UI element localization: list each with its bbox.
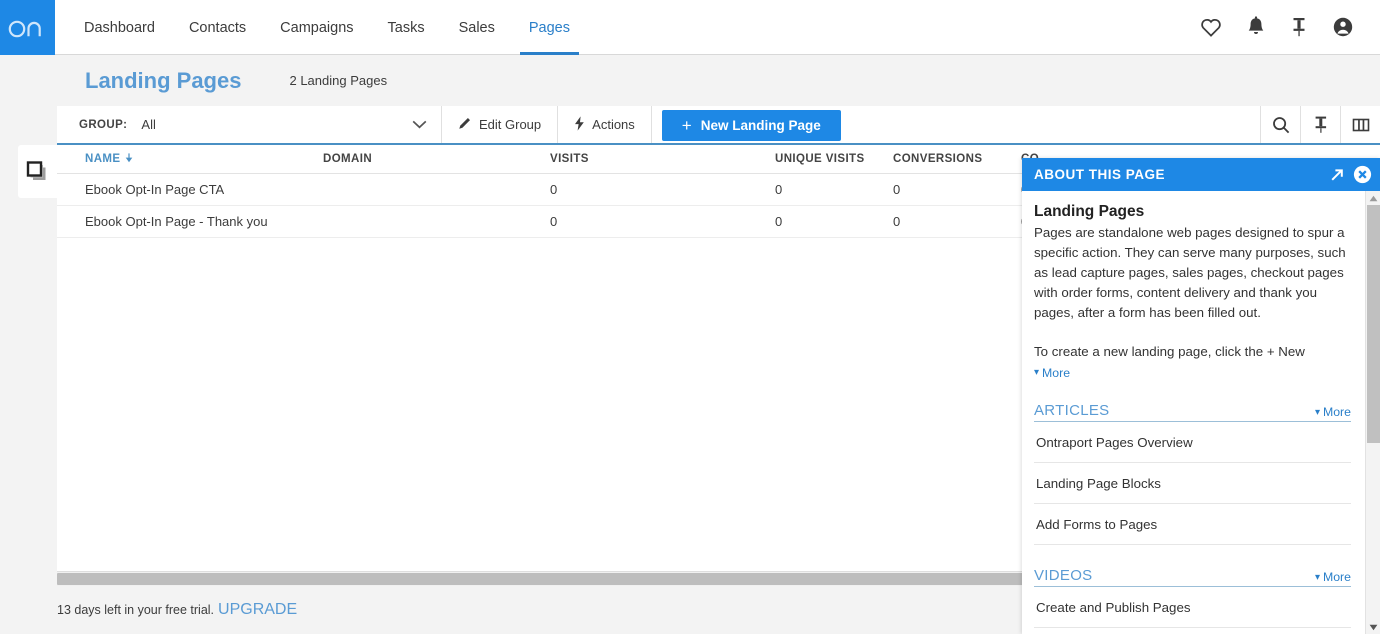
nav-item-dashboard[interactable]: Dashboard	[67, 0, 172, 55]
column-label: NAME	[85, 153, 121, 165]
pencil-icon	[458, 116, 472, 133]
nav-icon-group	[1200, 0, 1380, 54]
lightning-icon	[574, 115, 585, 134]
edit-group-button[interactable]: Edit Group	[442, 106, 559, 143]
nav-label: Contacts	[188, 19, 247, 36]
nav-item-tasks[interactable]: Tasks	[371, 0, 442, 55]
nav-item-contacts[interactable]: Contacts	[172, 0, 263, 55]
list-toolbar: GROUP: All Edit Group Actions + New Land…	[57, 106, 1380, 145]
edit-group-label: Edit Group	[479, 117, 542, 132]
group-filter-dropdown[interactable]: GROUP: All	[57, 106, 442, 143]
chevron-down-small-icon: ▾	[1314, 571, 1320, 583]
more-label: More	[1322, 405, 1351, 419]
nav-item-pages[interactable]: Pages	[512, 0, 587, 55]
article-list-item[interactable]: Add Forms to Pages	[1034, 504, 1351, 545]
new-landing-page-button[interactable]: + New Landing Page	[661, 110, 841, 141]
panel-vertical-scrollbar[interactable]	[1365, 191, 1380, 634]
section-title: VIDEOS	[1034, 567, 1093, 584]
page-record-count: 2 Landing Pages	[289, 73, 388, 88]
ontraport-logo-icon	[8, 20, 41, 37]
layers-icon	[26, 160, 45, 180]
actions-button[interactable]: Actions	[558, 106, 652, 143]
column-header-unique-visits[interactable]: UNIQUE VISITS	[775, 153, 893, 165]
columns-icon[interactable]	[1340, 106, 1380, 143]
primary-nav-items: Dashboard Contacts Campaigns Tasks Sales…	[67, 0, 587, 55]
article-list-item[interactable]: Ontraport Pages Overview	[1034, 422, 1351, 463]
panel-heading: Landing Pages	[1034, 203, 1145, 220]
upgrade-link[interactable]: UPGRADE	[218, 601, 297, 619]
nav-label: Tasks	[387, 19, 425, 36]
nav-item-campaigns[interactable]: Campaigns	[263, 0, 370, 55]
panel-title: ABOUT THIS PAGE	[1034, 167, 1166, 182]
page-header-bar: Landing Pages 2 Landing Pages	[0, 55, 1380, 106]
panel-more-link[interactable]: ▾ More	[1034, 366, 1070, 380]
nav-item-sales[interactable]: Sales	[442, 0, 512, 55]
top-navigation-bar: Dashboard Contacts Campaigns Tasks Sales…	[0, 0, 1380, 55]
heart-icon[interactable]	[1200, 17, 1222, 37]
page-title: Landing Pages	[85, 67, 242, 93]
account-icon[interactable]	[1332, 16, 1354, 38]
video-list-item[interactable]: Create and Publish Pages	[1034, 587, 1351, 628]
panel-header: ABOUT THIS PAGE	[1022, 158, 1380, 191]
panel-description: Pages are standalone web pages designed …	[1034, 225, 1346, 320]
pages-collection-tab[interactable]	[18, 145, 57, 198]
cell-unique-visits: 0	[775, 214, 783, 229]
nav-label: Pages	[528, 19, 570, 36]
nav-label: Dashboard	[84, 19, 155, 36]
cell-conversions: 0	[893, 214, 901, 229]
videos-more-link[interactable]: ▾ More	[1315, 570, 1351, 584]
sort-descending-icon	[125, 152, 133, 166]
cell-name[interactable]: Ebook Opt-In Page CTA	[85, 182, 323, 197]
pin-icon[interactable]	[1300, 106, 1340, 143]
panel-description-secondary: To create a new landing page, click the …	[1034, 344, 1305, 359]
section-header-videos: VIDEOS ▾ More	[1034, 567, 1351, 587]
panel-content: Landing Pages Pages are standalone web p…	[1022, 191, 1365, 634]
articles-more-link[interactable]: ▾ More	[1315, 405, 1351, 419]
more-label: More	[1322, 570, 1351, 584]
close-icon[interactable]	[1353, 165, 1372, 184]
column-header-conversions[interactable]: CONVERSIONS	[893, 153, 1021, 165]
column-header-name[interactable]: NAME	[85, 152, 323, 166]
cell-visits: 0	[550, 214, 558, 229]
chevron-down-small-icon: ▾	[1314, 406, 1320, 418]
trial-days-text: 13 days left in your free trial.	[57, 603, 215, 617]
cell-unique-visits: 0	[775, 182, 783, 197]
toolbar-right-icons	[1260, 106, 1380, 143]
expand-arrow-icon[interactable]	[1329, 167, 1345, 183]
column-header-visits[interactable]: VISITS	[550, 153, 775, 165]
plus-icon: +	[681, 116, 692, 135]
app-logo[interactable]	[0, 0, 55, 55]
section-header-articles: ARTICLES ▾ More	[1034, 402, 1351, 422]
left-rail	[0, 106, 57, 634]
pin-icon[interactable]	[1290, 16, 1308, 38]
scroll-up-arrow-icon[interactable]	[1366, 191, 1380, 205]
search-icon[interactable]	[1260, 106, 1300, 143]
group-filter-label: GROUP:	[79, 118, 128, 131]
cell-name[interactable]: Ebook Opt-In Page - Thank you	[85, 214, 323, 229]
actions-label: Actions	[592, 117, 635, 132]
group-filter-value: All	[141, 117, 156, 132]
cell-visits: 0	[550, 182, 558, 197]
new-landing-page-label: New Landing Page	[700, 118, 821, 133]
scroll-down-arrow-icon[interactable]	[1366, 620, 1380, 634]
scrollbar-thumb[interactable]	[1367, 205, 1380, 443]
about-this-page-panel: ABOUT THIS PAGE Landing Pages Pages are …	[1022, 158, 1380, 634]
column-header-domain[interactable]: DOMAIN	[323, 153, 550, 165]
nav-label: Sales	[458, 19, 495, 36]
article-list-item[interactable]: Landing Page Blocks	[1034, 463, 1351, 504]
cell-conversions: 0	[893, 182, 901, 197]
bell-icon[interactable]	[1246, 16, 1266, 38]
section-title: ARTICLES	[1034, 402, 1110, 419]
chevron-down-small-icon: ▾	[1034, 367, 1040, 378]
nav-label: Campaigns	[280, 19, 354, 36]
chevron-down-icon	[412, 116, 427, 134]
more-label: More	[1042, 365, 1071, 380]
